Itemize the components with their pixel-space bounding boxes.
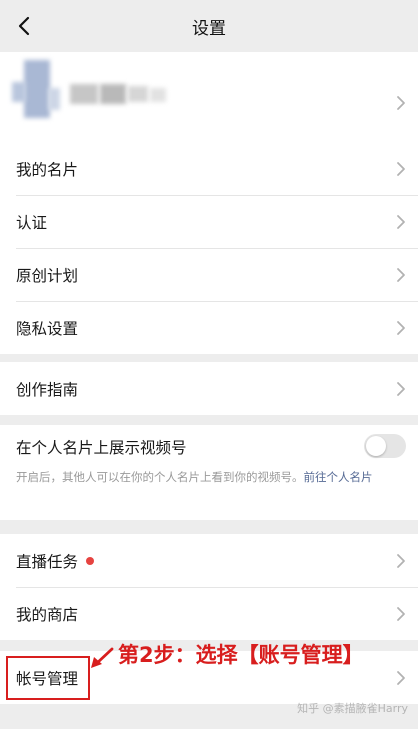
notification-dot (86, 556, 95, 565)
back-button[interactable] (10, 12, 38, 40)
settings-group-3: 在个人名片上展示视频号 开启后，其他人可以在你的个人名片上看到你的视频号。前往个… (0, 425, 418, 520)
chevron-right-icon (397, 161, 405, 176)
hint-text: 开启后，其他人可以在你的个人名片上看到你的视频号。 (16, 470, 304, 484)
profile-group (0, 52, 418, 154)
creation-guide-row[interactable]: 创作指南 (0, 362, 418, 415)
show-channel-row: 在个人名片上展示视频号 (0, 425, 418, 469)
step-annotation: 第2步：选择【账号管理】 (118, 643, 364, 667)
certification-label: 认证 (16, 213, 48, 232)
chevron-right-icon (397, 96, 405, 110)
settings-group-1: 我的名片 认证 原创计划 隐私设置 (0, 142, 418, 354)
my-card-row[interactable]: 我的名片 (0, 142, 418, 195)
chevron-right-icon (397, 267, 405, 282)
highlight-box (6, 656, 90, 700)
original-plan-row[interactable]: 原创计划 (0, 248, 418, 301)
chevron-right-icon (397, 606, 405, 621)
profile-name-redacted (70, 80, 170, 106)
page-title: 设置 (192, 18, 226, 39)
avatar (10, 60, 66, 126)
chevron-right-icon (397, 320, 405, 335)
my-store-row[interactable]: 我的商店 (0, 587, 418, 640)
my-store-label: 我的商店 (16, 605, 79, 624)
show-channel-hint: 开启后，其他人可以在你的个人名片上看到你的视频号。前往个人名片 (0, 469, 418, 485)
show-channel-toggle[interactable] (364, 434, 406, 458)
title-bar: 设置 (0, 0, 418, 52)
settings-group-4: 直播任务 我的商店 (0, 534, 418, 640)
chevron-left-icon (18, 16, 30, 36)
show-channel-label: 在个人名片上展示视频号 (16, 439, 187, 457)
certification-row[interactable]: 认证 (0, 195, 418, 248)
chevron-right-icon (397, 214, 405, 229)
chevron-right-icon (397, 670, 405, 685)
original-plan-label: 原创计划 (16, 266, 79, 285)
chevron-right-icon (397, 381, 405, 396)
live-tasks-label: 直播任务 (16, 552, 79, 571)
profile-row[interactable] (0, 52, 418, 154)
privacy-settings-label: 隐私设置 (16, 319, 79, 338)
watermark: 知乎 @素描腋雀Harry (297, 702, 408, 715)
my-card-label: 我的名片 (16, 160, 79, 179)
go-to-card-link[interactable]: 前往个人名片 (304, 470, 373, 484)
privacy-settings-row[interactable]: 隐私设置 (0, 301, 418, 354)
toggle-knob (366, 436, 386, 456)
chevron-right-icon (397, 553, 405, 568)
settings-group-2: 创作指南 (0, 362, 418, 415)
pointer-arrow-icon (91, 647, 114, 668)
live-tasks-row[interactable]: 直播任务 (0, 534, 418, 587)
creation-guide-label: 创作指南 (16, 380, 79, 399)
